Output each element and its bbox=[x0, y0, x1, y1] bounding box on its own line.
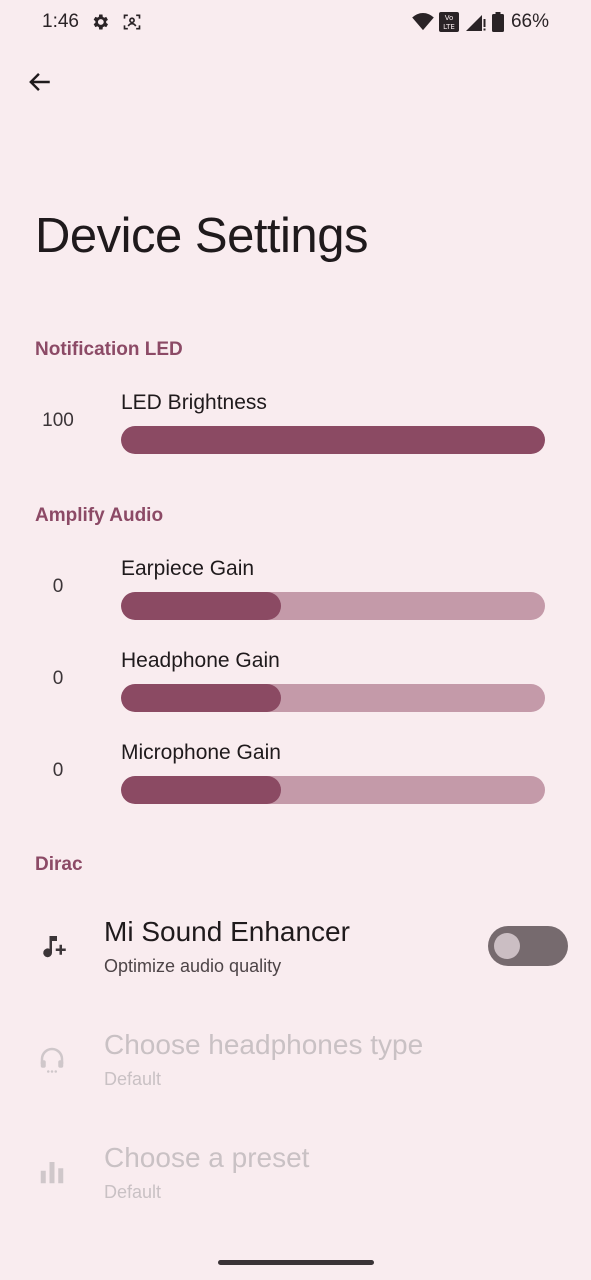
category-amplify-audio: Amplify Audio bbox=[35, 505, 164, 526]
slider-value: 0 bbox=[52, 760, 64, 781]
category-dirac: Dirac bbox=[35, 854, 83, 875]
slider-value: 0 bbox=[52, 668, 64, 689]
slider-title: LED Brightness bbox=[121, 391, 267, 414]
slider-track[interactable] bbox=[121, 684, 545, 712]
signal-icon bbox=[466, 13, 486, 36]
pref-title: Mi Sound Enhancer bbox=[104, 916, 350, 947]
slider-value: 100 bbox=[42, 410, 74, 431]
slider-track[interactable] bbox=[121, 776, 545, 804]
pref-summary: Default bbox=[104, 1182, 162, 1202]
battery-percent: 66% bbox=[510, 11, 549, 32]
slider-fill bbox=[121, 684, 281, 712]
svg-text:Vo: Vo bbox=[445, 14, 454, 22]
slider-title: Earpiece Gain bbox=[121, 557, 255, 580]
pref-summary: Default bbox=[104, 1069, 162, 1089]
face-scan-icon bbox=[122, 12, 142, 37]
pref-title: Choose headphones type bbox=[104, 1029, 424, 1060]
svg-text:LTE: LTE bbox=[443, 23, 455, 31]
toggle-thumb bbox=[494, 933, 520, 959]
slider-title: Microphone Gain bbox=[121, 741, 281, 764]
pref-summary: Optimize audio quality bbox=[104, 956, 282, 976]
headset-icon bbox=[35, 1042, 69, 1076]
wifi-icon bbox=[412, 13, 434, 36]
slider-fill bbox=[121, 426, 545, 454]
gear-icon bbox=[90, 12, 110, 37]
slider-track[interactable] bbox=[121, 426, 545, 454]
category-notification-led: Notification LED bbox=[35, 339, 183, 360]
battery-icon bbox=[492, 12, 504, 37]
pref-title: Choose a preset bbox=[104, 1142, 310, 1173]
slider-title: Headphone Gain bbox=[121, 649, 280, 672]
gesture-nav-handle[interactable] bbox=[218, 1260, 374, 1265]
enhancer-toggle[interactable] bbox=[488, 926, 568, 966]
status-bar: 1:46 Vo LTE 66% bbox=[0, 0, 591, 46]
music-note-plus-icon bbox=[35, 929, 69, 963]
back-button[interactable] bbox=[20, 64, 60, 104]
status-time: 1:46 bbox=[42, 11, 79, 32]
slider-value: 0 bbox=[52, 576, 64, 597]
page-title: Device Settings bbox=[35, 209, 368, 263]
arrow-back-icon bbox=[27, 69, 53, 100]
slider-fill bbox=[121, 592, 281, 620]
equalizer-icon bbox=[35, 1155, 69, 1189]
slider-fill bbox=[121, 776, 281, 804]
slider-track[interactable] bbox=[121, 592, 545, 620]
volte-icon: Vo LTE bbox=[438, 11, 460, 38]
